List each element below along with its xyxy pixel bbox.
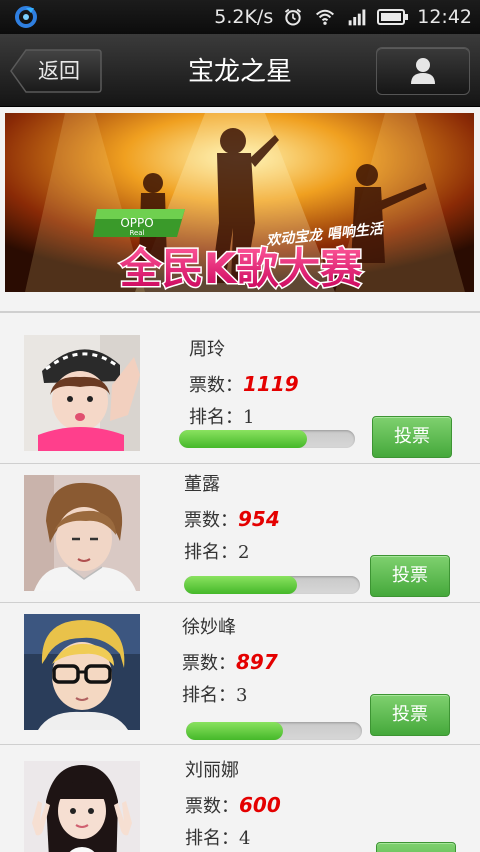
votes-line: 票数：897 [182,645,278,679]
contestant-name: 徐妙峰 [182,617,236,638]
vote-progress-fill [184,576,297,594]
back-label: 返回 [38,59,80,83]
clock: 12:42 [417,6,472,28]
rank-value: 1 [243,407,255,428]
page-title: 宝龙之星 [187,57,292,87]
votes-label: 票数： [185,796,239,817]
contestant-name: 董露 [184,474,220,495]
app-refresh-icon [15,6,37,28]
network-speed: 5.2K/s [214,6,274,28]
rank-line: 排名：2 [184,536,280,570]
votes-count: 1119 [243,372,299,396]
rank-label: 排名： [184,542,238,563]
back-button[interactable]: 返回 [10,49,102,93]
user-profile-button[interactable] [376,47,470,95]
title-bar: 返回 宝龙之星 [0,34,480,106]
battery-icon [377,9,409,25]
wifi-icon [316,9,335,25]
contestant-info: 徐妙峰 票数：897 排名：3 [182,611,278,713]
contestant-info: 刘丽娜 票数：600 排名：4 [185,754,281,852]
votes-label: 票数： [182,653,236,674]
contestant-info: 董露 票数：954 排名：2 [184,468,280,570]
list-item: 董露 票数：954 排名：2 投票 [0,464,480,604]
vote-progress-fill [186,722,283,740]
rank-line: 排名：3 [182,679,278,713]
rank-label: 排名： [189,407,243,428]
contestant-photo[interactable] [24,761,140,852]
status-bar: 5.2K/s 12:42 [0,0,480,34]
alarm-icon [285,8,302,26]
votes-count: 897 [236,650,278,674]
rank-value: 3 [236,685,248,706]
user-icon [411,58,435,84]
vote-progress-bar [186,722,362,740]
contestant-photo[interactable] [24,614,140,730]
vote-progress-bar [179,430,355,448]
votes-line: 票数：954 [184,502,280,536]
signal-icon [348,9,366,26]
rank-value: 4 [239,828,251,849]
brand-text: OPPO [120,216,153,230]
contestant-photo[interactable] [24,335,140,451]
votes-count: 600 [239,793,281,817]
contestant-name: 周玲 [189,339,225,360]
list-item: 徐妙峰 票数：897 排名：3 投票 [0,603,480,743]
votes-count: 954 [238,507,280,531]
votes-line: 票数：600 [185,788,281,822]
vote-button[interactable]: 投票 [370,555,450,597]
contestant-photo[interactable] [24,475,140,591]
brand-sub-text: Real [129,229,144,237]
contestant-name: 刘丽娜 [185,760,239,781]
rank-label: 排名： [185,828,239,849]
list-item: 刘丽娜 票数：600 排名：4 [0,745,480,852]
banner-divider [0,311,480,313]
vote-progress-fill [179,430,308,448]
votes-line: 票数：1119 [189,367,299,401]
vote-button[interactable] [376,842,456,852]
vote-progress-bar [184,576,360,594]
votes-label: 票数： [189,375,243,396]
banner-art: OPPO Real 欢动宝龙 唱响生活 全民K歌大赛 [5,113,474,292]
banner-headline: 全民K歌大赛 [119,244,364,292]
promo-banner[interactable]: OPPO Real 欢动宝龙 唱响生活 全民K歌大赛 [5,113,474,292]
rank-value: 2 [238,542,250,563]
vote-button[interactable]: 投票 [372,416,452,458]
rank-line: 排名：4 [185,822,281,852]
list-item: 周玲 票数：1119 排名：1 投票 [0,322,480,462]
votes-label: 票数： [184,510,238,531]
vote-button[interactable]: 投票 [370,694,450,736]
rank-label: 排名： [182,685,236,706]
contestant-info: 周玲 票数：1119 排名：1 [189,333,299,435]
